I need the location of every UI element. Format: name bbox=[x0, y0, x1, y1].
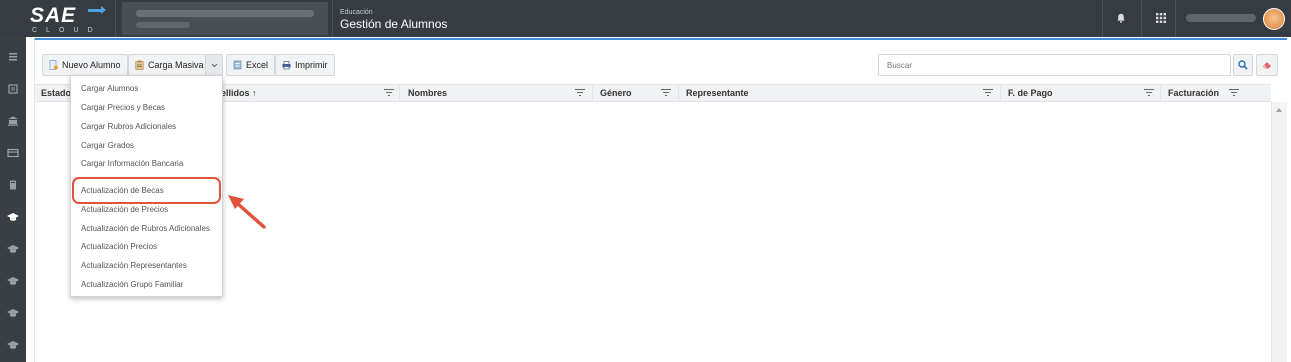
menu-item-actualizacion-de-precios[interactable]: Actualización de Precios bbox=[81, 205, 168, 214]
column-header-representante[interactable]: Representante bbox=[686, 85, 749, 102]
card-icon[interactable] bbox=[6, 147, 20, 159]
column-header-fecha-pago[interactable]: F. de Pago bbox=[1008, 85, 1053, 102]
column-header-estado[interactable]: Estado bbox=[41, 85, 71, 102]
bulk-upload-dropdown-toggle[interactable] bbox=[205, 54, 223, 76]
divider bbox=[115, 0, 116, 37]
bank-icon[interactable] bbox=[6, 115, 20, 127]
menu-icon[interactable] bbox=[6, 51, 20, 63]
menu-item-actualizacion-rubros[interactable]: Actualización de Rubros Adicionales bbox=[81, 224, 210, 233]
top-bar: SAE CLOUD Educación Gestión de Alumnos bbox=[0, 0, 1291, 37]
divider bbox=[332, 0, 333, 37]
avatar[interactable] bbox=[1263, 8, 1285, 30]
filter-icon[interactable] bbox=[384, 89, 394, 98]
menu-item-actualizacion-grupo-familiar[interactable]: Actualización Grupo Familiar bbox=[81, 280, 183, 289]
menu-item-cargar-info-bancaria[interactable]: Cargar Información Bancaria bbox=[81, 159, 183, 168]
column-divider bbox=[592, 85, 593, 102]
menu-item-actualizacion-precios[interactable]: Actualización Precios bbox=[81, 242, 157, 251]
graduation-cap-icon[interactable] bbox=[6, 307, 20, 319]
new-student-button[interactable]: Nuevo Alumno bbox=[42, 54, 128, 76]
filter-icon[interactable] bbox=[1229, 89, 1239, 98]
menu-item-actualizacion-representantes[interactable]: Actualización Representantes bbox=[81, 261, 187, 270]
app-logo[interactable]: SAE CLOUD bbox=[26, 5, 108, 35]
eraser-icon bbox=[1262, 62, 1271, 69]
column-divider bbox=[1000, 85, 1001, 102]
excel-icon bbox=[233, 60, 242, 70]
new-document-icon bbox=[49, 60, 58, 70]
logo-arrow-icon bbox=[88, 6, 106, 14]
highlight-box bbox=[72, 177, 221, 204]
sidebar bbox=[0, 37, 26, 362]
institution-selector[interactable] bbox=[122, 2, 328, 35]
pointer-arrow-icon bbox=[228, 195, 266, 229]
graduation-cap-icon[interactable] bbox=[6, 339, 20, 351]
search-input[interactable] bbox=[878, 54, 1231, 76]
excel-label: Excel bbox=[246, 60, 269, 70]
logo-subtext: CLOUD bbox=[32, 27, 102, 34]
page-title: Gestión de Alumnos bbox=[340, 17, 448, 31]
filter-icon[interactable] bbox=[983, 89, 993, 98]
vertical-scrollbar[interactable] bbox=[1271, 102, 1287, 362]
divider bbox=[1175, 0, 1176, 37]
bulk-upload-label: Carga Masiva bbox=[148, 60, 204, 70]
scroll-up-arrow-icon[interactable] bbox=[1276, 108, 1282, 112]
filter-icon[interactable] bbox=[1144, 89, 1154, 98]
menu-item-cargar-grados[interactable]: Cargar Grados bbox=[81, 141, 134, 150]
column-divider bbox=[678, 85, 679, 102]
apps-grid-icon[interactable] bbox=[1156, 13, 1166, 23]
divider bbox=[1141, 0, 1142, 37]
list-icon[interactable] bbox=[6, 83, 20, 95]
chevron-down-icon bbox=[211, 63, 217, 68]
graduation-cap-icon[interactable] bbox=[6, 275, 20, 287]
logo-text: SAE bbox=[30, 4, 77, 27]
filter-icon[interactable] bbox=[661, 89, 671, 98]
module-label: Educación bbox=[340, 9, 373, 16]
excel-button[interactable]: Excel bbox=[226, 54, 276, 76]
bulk-upload-button[interactable]: Carga Masiva bbox=[128, 54, 211, 76]
print-label: Imprimir bbox=[295, 60, 328, 70]
divider bbox=[1102, 0, 1103, 37]
printer-icon bbox=[282, 61, 291, 70]
clear-filter-button[interactable] bbox=[1256, 54, 1278, 76]
graduation-cap-icon[interactable] bbox=[6, 211, 20, 223]
book-icon[interactable] bbox=[6, 179, 20, 191]
filter-icon[interactable] bbox=[575, 89, 585, 98]
column-divider bbox=[399, 85, 400, 102]
menu-item-cargar-precios-becas[interactable]: Cargar Precios y Becas bbox=[81, 103, 165, 112]
search-button[interactable] bbox=[1233, 54, 1253, 76]
column-header-nombres[interactable]: Nombres bbox=[408, 85, 447, 102]
bell-icon[interactable] bbox=[1116, 13, 1126, 23]
search-icon bbox=[1238, 60, 1248, 70]
new-student-label: Nuevo Alumno bbox=[62, 60, 121, 70]
graduation-cap-icon[interactable] bbox=[6, 243, 20, 255]
print-button[interactable]: Imprimir bbox=[275, 54, 335, 76]
menu-item-cargar-rubros[interactable]: Cargar Rubros Adicionales bbox=[81, 122, 176, 131]
column-header-facturacion[interactable]: Facturación bbox=[1168, 85, 1219, 102]
column-divider bbox=[1160, 85, 1161, 102]
menu-item-cargar-alumnos[interactable]: Cargar Alumnos bbox=[81, 84, 138, 93]
user-name[interactable] bbox=[1186, 14, 1256, 22]
clipboard-icon bbox=[135, 60, 144, 70]
column-header-genero[interactable]: Género bbox=[600, 85, 632, 102]
